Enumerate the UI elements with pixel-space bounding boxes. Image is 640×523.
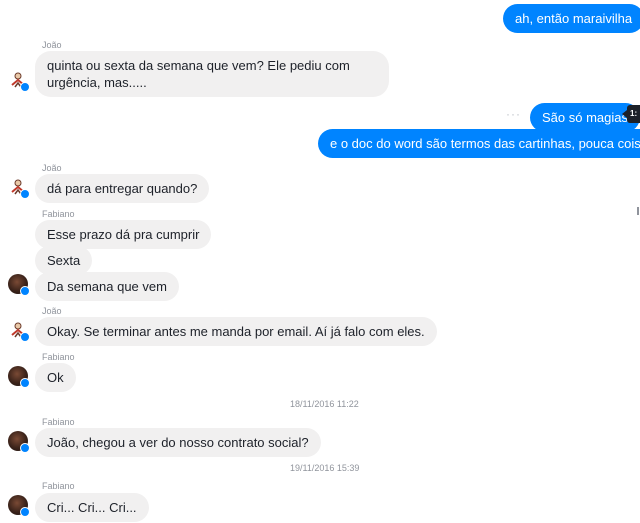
message-bubble-outgoing[interactable]: ah, então maraivilha <box>503 4 640 33</box>
message-bubble-incoming[interactable]: Da semana que vem <box>35 272 179 301</box>
sender-name: Fabiano <box>42 209 75 219</box>
sender-name: João <box>42 306 62 316</box>
message-bubble-incoming[interactable]: Ok <box>35 363 76 392</box>
message-bubble-incoming[interactable]: quinta ou sexta da semana que vem? Ele p… <box>35 51 389 97</box>
message-bubble-incoming[interactable]: Okay. Se terminar antes me manda por ema… <box>35 317 437 346</box>
fabiano-avatar[interactable] <box>8 431 30 453</box>
joao-avatar[interactable] <box>8 177 30 199</box>
sender-name: Fabiano <box>42 481 75 491</box>
messenger-badge-icon <box>20 82 30 92</box>
timestamp: 19/11/2016 15:39 <box>290 463 360 473</box>
sender-name: João <box>42 163 62 173</box>
more-options-icon[interactable]: ··· <box>506 107 521 121</box>
scrollbar-mark[interactable] <box>637 207 639 215</box>
fabiano-avatar[interactable] <box>8 495 30 517</box>
messenger-badge-icon <box>20 189 30 199</box>
sender-name: João <box>42 40 62 50</box>
message-bubble-incoming[interactable]: Cri... Cri... Cri... <box>35 493 149 522</box>
messenger-badge-icon <box>20 507 30 517</box>
joao-avatar[interactable] <box>8 70 30 92</box>
joao-avatar[interactable] <box>8 320 30 342</box>
fabiano-avatar[interactable] <box>8 274 30 296</box>
timestamp: 18/11/2016 11:22 <box>290 399 359 409</box>
time-tooltip: 1: <box>622 105 640 123</box>
message-bubble-incoming[interactable]: dá para entregar quando? <box>35 174 210 203</box>
sender-name: Fabiano <box>42 417 75 427</box>
messenger-badge-icon <box>20 286 30 296</box>
messenger-badge-icon <box>20 332 30 342</box>
messenger-badge-icon <box>20 378 30 388</box>
sender-name: Fabiano <box>42 352 75 362</box>
message-bubble-incoming[interactable]: João, chegou a ver do nosso contrato soc… <box>35 428 321 457</box>
messenger-badge-icon <box>20 443 30 453</box>
fabiano-avatar[interactable] <box>8 366 30 388</box>
message-bubble-incoming[interactable]: Esse prazo dá pra cumprir <box>35 220 212 249</box>
message-bubble-incoming[interactable]: Sexta <box>35 246 93 275</box>
message-bubble-outgoing[interactable]: e o doc do word são termos das cartinhas… <box>318 129 640 158</box>
